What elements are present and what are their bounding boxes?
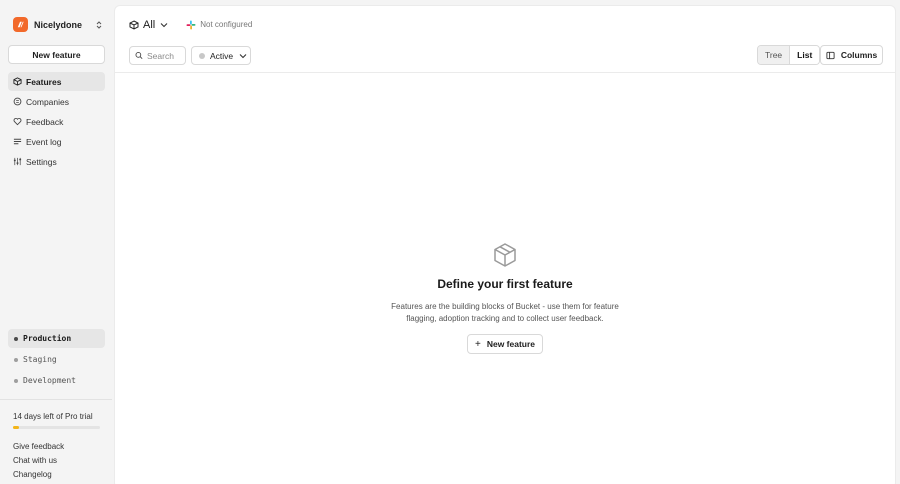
slack-icon (186, 20, 196, 29)
search-input[interactable] (147, 50, 185, 61)
env-production[interactable]: Production (8, 329, 105, 348)
env-dot-icon (14, 378, 18, 383)
new-feature-label: New feature (486, 339, 536, 349)
trial-status[interactable]: 14 days left of Pro trial (13, 412, 93, 421)
org-switcher[interactable]: Nicelydone (13, 16, 103, 33)
environment-list: Production Staging Development (8, 329, 105, 392)
scope-label: All (143, 18, 156, 31)
plus-icon: + (474, 338, 481, 350)
chevron-down-icon (160, 22, 168, 27)
toolbar-divider (115, 72, 895, 73)
empty-state-description: Features are the building blocks of Buck… (391, 302, 619, 323)
scope-selector[interactable]: All (129, 19, 172, 31)
sidebar-item-features[interactable]: Features (8, 72, 105, 91)
columns-icon (826, 51, 835, 59)
empty-state-new-feature-button[interactable]: + New feature (467, 334, 543, 354)
trial-progress-bar (13, 426, 100, 429)
sidebar-item-event-log[interactable]: Event log (8, 132, 105, 151)
status-dot-icon (199, 52, 205, 59)
cube-icon (13, 77, 22, 86)
header: All Not configured (129, 17, 252, 32)
env-development[interactable]: Development (8, 371, 105, 390)
env-label: Production (23, 334, 72, 343)
chevron-updown-icon (96, 20, 102, 29)
columns-label: Columns (840, 50, 878, 60)
changelog-link[interactable]: Changelog (13, 470, 64, 484)
env-label: Development (23, 376, 76, 385)
sidebar-item-feedback[interactable]: Feedback (8, 112, 105, 131)
search-box (129, 46, 186, 65)
sidebar-item-label: Companies (26, 96, 69, 107)
main-panel: All Not configured Active Tree List (114, 5, 896, 484)
sidebar-item-companies[interactable]: Companies (8, 92, 105, 111)
sidebar-footer: Give feedback Chat with us Changelog (13, 442, 64, 484)
sidebar-item-label: Features (26, 76, 62, 87)
sidebar-item-label: Event log (26, 136, 62, 147)
org-logo-icon (13, 17, 28, 32)
sidebar-nav: Features Companies Feedback Event log Se… (8, 72, 105, 172)
integration-status-label: Not configured (200, 20, 253, 29)
empty-state-title: Define your first feature (437, 277, 573, 291)
sliders-icon (13, 157, 22, 166)
sidebar-item-label: Feedback (26, 116, 64, 127)
env-staging[interactable]: Staging (8, 350, 105, 369)
sidebar-item-settings[interactable]: Settings (8, 152, 105, 171)
sidebar-item-label: Settings (26, 156, 57, 167)
org-name: Nicelydone (34, 19, 83, 30)
columns-button[interactable]: Columns (820, 45, 883, 65)
cube-icon (129, 19, 139, 30)
view-list-button[interactable]: List (789, 46, 820, 64)
heart-icon (13, 118, 22, 126)
integration-status[interactable]: Not configured (186, 20, 252, 30)
new-feature-button[interactable]: New feature (8, 45, 105, 64)
cube-icon (494, 243, 516, 267)
chevron-down-icon (239, 53, 247, 58)
search-icon (135, 52, 143, 60)
give-feedback-link[interactable]: Give feedback (13, 442, 64, 456)
view-tree-button[interactable]: Tree (758, 46, 790, 64)
env-dot-icon (14, 357, 18, 362)
sidebar-divider (0, 399, 112, 400)
trial-progress-fill (13, 426, 20, 429)
building-icon (13, 97, 22, 106)
status-filter-label: Active (210, 50, 234, 61)
toolbar: Active (129, 46, 251, 65)
sidebar: Nicelydone New feature Features Companie… (0, 0, 112, 484)
env-label: Staging (23, 355, 57, 364)
status-filter-dropdown[interactable]: Active (191, 46, 251, 65)
view-toggle: Tree List (757, 45, 821, 65)
chat-with-us-link[interactable]: Chat with us (13, 456, 64, 470)
empty-state: Define your first feature Features are t… (115, 242, 895, 354)
env-dot-icon (14, 336, 18, 341)
list-icon (13, 138, 22, 145)
